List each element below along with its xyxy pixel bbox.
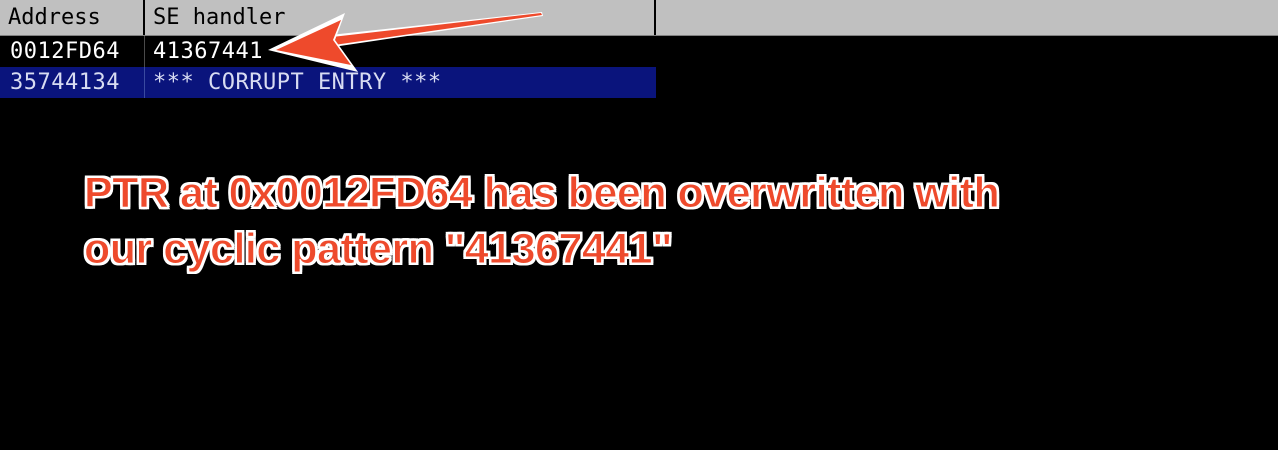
annotation-text: PTR at 0x0012FD64 has been overwritten w…: [84, 165, 1184, 277]
seh-chain-screen: Address SE handler 0012FD64 41367441 357…: [0, 0, 1278, 450]
annotation-line-1: PTR at 0x0012FD64 has been overwritten w…: [84, 169, 1001, 218]
annotation-line-2: our cyclic pattern "41367441": [84, 225, 673, 274]
